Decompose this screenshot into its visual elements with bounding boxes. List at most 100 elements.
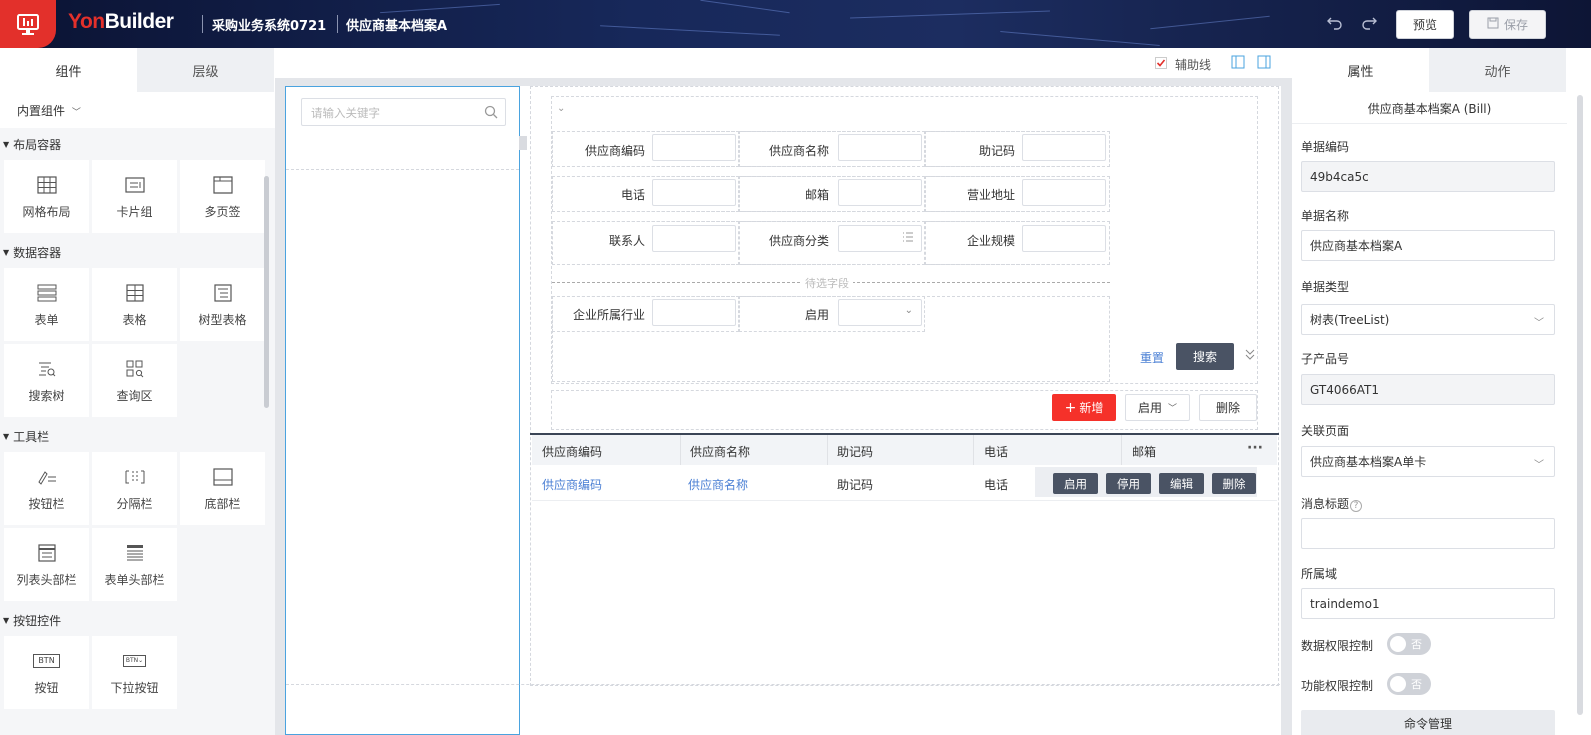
data-permission-toggle[interactable]: 否 [1387,633,1431,655]
save-label: 保存 [1503,18,1528,32]
header-divider [202,15,203,33]
field-input[interactable] [1022,179,1106,206]
search-tree-area[interactable]: 请输入关键字 [285,86,520,735]
tab-components[interactable]: 组件 [0,48,137,92]
column-header[interactable]: 助记码 [837,443,873,460]
table-cell-link[interactable]: 供应商编码 [542,476,602,493]
expand-chevron-icon[interactable] [1244,347,1256,364]
domain-field[interactable]: traindemo1 [1301,588,1555,619]
field-input[interactable] [652,134,736,161]
section-button-controls[interactable]: ▼ 按钮控件 [0,604,275,636]
design-canvas[interactable]: 请输入关键字 ⌄ 供应商编码 供应商名称 助记码 电话 邮箱 营业地址 联系人 … [285,86,1281,735]
more-icon[interactable]: ··· [1247,440,1263,456]
tree-search-input[interactable]: 请输入关键字 [301,98,506,126]
row-disable-button[interactable]: 停用 [1106,473,1151,494]
collapse-chevron-icon[interactable]: ⌄ [557,103,565,114]
field-select[interactable] [838,225,922,252]
component-form[interactable]: 表单 [4,268,89,341]
field-input[interactable] [652,299,736,326]
search-icon[interactable] [484,105,498,122]
help-icon[interactable]: ? [1350,500,1363,512]
component-button[interactable]: BTN 按钮 [4,636,89,709]
component-grid-layout[interactable]: 网格布局 [4,160,89,233]
component-list-header[interactable]: 列表头部栏 [4,528,89,601]
reset-link[interactable]: 重置 [1140,349,1164,366]
header-divider [337,15,338,33]
left-scrollbar[interactable] [264,176,269,408]
layout-toggle-icon[interactable] [1231,55,1245,72]
component-button-bar[interactable]: 按钮栏 [4,452,89,525]
component-query-area[interactable]: 查询区 [92,344,177,417]
section-layout[interactable]: ▼ 布局容器 [0,128,275,160]
search-button[interactable]: 搜索 [1176,343,1234,370]
split-view-icon[interactable] [1257,55,1271,72]
field-input[interactable] [838,179,922,206]
query-area-icon [125,357,145,381]
column-divider [1121,435,1122,465]
drag-handle[interactable] [519,136,527,150]
column-header[interactable]: 供应商名称 [690,443,750,460]
table-cell-link[interactable]: 供应商名称 [688,476,748,493]
enable-select[interactable]: ⌄ [838,299,922,326]
library-select[interactable]: 内置组件 ﹀ [17,102,81,119]
component-bottom-bar[interactable]: 底部栏 [180,452,265,525]
redo-icon[interactable] [1361,14,1377,34]
section-data-container[interactable]: ▼ 数据容器 [0,236,275,268]
row-enable-button[interactable]: 启用 [1053,473,1098,494]
app-logo-icon[interactable] [0,0,56,48]
component-form-header[interactable]: 表单头部栏 [92,528,177,601]
component-label: 表单 [34,313,59,327]
component-search-tree[interactable]: 搜索树 [4,344,89,417]
dropdown-btn-icon: BTN⌄ [122,649,147,673]
function-permission-toggle[interactable]: 否 [1387,673,1431,695]
table-header [532,435,1277,465]
toggle-text: 否 [1411,678,1422,691]
preview-button[interactable]: 预览 [1396,10,1454,39]
row-delete-button[interactable]: 删除 [1212,473,1256,494]
section-toolbar[interactable]: ▼ 工具栏 [0,420,275,452]
column-header[interactable]: 电话 [984,443,1008,460]
column-header[interactable]: 邮箱 [1132,443,1156,460]
bill-name-field[interactable]: 供应商基本档案A [1301,230,1555,261]
chevron-down-icon: ⌄ [904,305,913,316]
component-divider-bar[interactable]: 分隔栏 [92,452,177,525]
message-title-field[interactable] [1301,518,1555,549]
page-name[interactable]: 供应商基本档案A [346,15,447,34]
field-input[interactable] [652,179,736,206]
command-manage-button[interactable]: 命令管理 [1301,710,1555,735]
component-table[interactable]: 表格 [92,268,177,341]
right-scrollbar[interactable] [1577,95,1583,715]
component-card-group[interactable]: 卡片组 [92,160,177,233]
field-input[interactable] [838,134,922,161]
tab-properties[interactable]: 属性 [1292,48,1429,92]
delete-button[interactable]: 删除 [1199,394,1257,421]
prop-label-bill-name: 单据名称 [1301,209,1350,223]
collapse-triangle-icon: ▼ [3,139,10,149]
component-label: 查询区 [116,389,153,403]
component-list[interactable]: ▼ 布局容器 网格布局 卡片组 多页签 ▼ 数据容器 表单 表格 树型表格 搜索… [0,128,275,735]
field-input[interactable] [1022,225,1106,252]
sub-product-field[interactable]: GT4066AT1 [1301,374,1555,405]
app-name[interactable]: 采购业务系统0721 [212,15,326,34]
component-tree-table[interactable]: 树型表格 [180,268,265,341]
bill-code-field[interactable]: 49b4ca5c [1301,161,1555,192]
undo-icon[interactable] [1327,14,1343,34]
bill-type-select[interactable]: 树表(TreeList) ﹀ [1301,304,1555,335]
save-button[interactable]: 保存 [1469,10,1546,39]
component-label: 列表头部栏 [16,573,77,587]
enable-dropdown-button[interactable]: 启用 ﹀ [1125,394,1190,421]
library-select-label: 内置组件 [17,104,66,118]
field-input[interactable] [1022,134,1106,161]
column-header[interactable]: 供应商编码 [542,443,602,460]
field-input[interactable] [652,225,736,252]
prop-label-function-permission: 功能权限控制 [1301,679,1374,693]
tab-hierarchy[interactable]: 层级 [137,48,274,92]
component-dropdown-button[interactable]: BTN⌄ 下拉按钮 [92,636,177,709]
new-button[interactable]: + 新增 [1052,394,1116,421]
component-multi-tab[interactable]: 多页签 [180,160,265,233]
linked-page-select[interactable]: 供应商基本档案A单卡 ﹀ [1301,446,1555,477]
row-edit-button[interactable]: 编辑 [1159,473,1204,494]
table-cell: 助记码 [837,478,874,492]
guideline-checkbox[interactable] [1155,57,1167,69]
tab-actions[interactable]: 动作 [1429,48,1566,92]
